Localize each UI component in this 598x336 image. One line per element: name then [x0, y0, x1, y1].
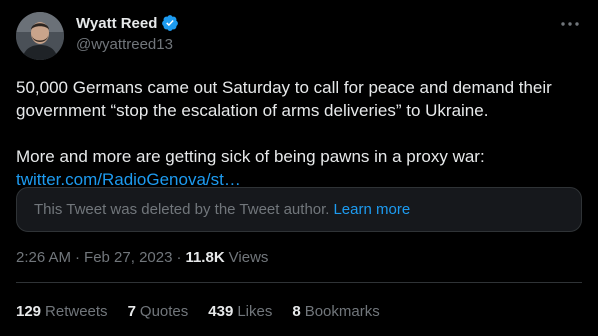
stat-likes[interactable]: 439 Likes [208, 303, 272, 320]
stat-bookmarks-label: Bookmarks [304, 303, 380, 320]
learn-more-link[interactable]: Learn more [333, 201, 410, 218]
stat-retweets[interactable]: 129 Retweets [16, 303, 108, 320]
stat-retweets-count: 129 [16, 303, 42, 320]
tweet-text-paragraph-2: More and more are getting sick of being … [16, 147, 485, 166]
author-name-row: Wyatt Reed [76, 14, 179, 32]
divider [16, 282, 582, 283]
tweet-date[interactable]: Feb 27, 2023 [84, 249, 172, 266]
tweet-time[interactable]: 2:26 AM [16, 249, 71, 266]
meta-separator: · [75, 249, 81, 266]
deleted-notice-text: This Tweet was deleted by the Tweet auth… [34, 201, 330, 218]
tweet-meta: 2:26 AM · Feb 27, 2023 · 11.8K Views [16, 249, 268, 266]
avatar[interactable] [16, 12, 64, 60]
avatar-photo [16, 12, 64, 60]
author-handle[interactable]: @wyattreed13 [76, 36, 173, 53]
views-label: Views [228, 249, 269, 266]
verified-badge-icon [162, 15, 179, 31]
author-display-name[interactable]: Wyatt Reed [76, 15, 157, 32]
more-dots-icon[interactable] [558, 14, 582, 34]
stat-bookmarks[interactable]: 8 Bookmarks [292, 303, 379, 320]
tweet-text-paragraph-1: 50,000 Germans came out Saturday to call… [16, 78, 552, 120]
stat-quotes-label: Quotes [139, 303, 189, 320]
tweet: Wyatt Reed @wyattreed13 50,000 Germans c… [0, 0, 598, 336]
stat-likes-count: 439 [208, 303, 234, 320]
meta-separator: · [176, 249, 182, 266]
stat-quotes-count: 7 [127, 303, 136, 320]
stat-retweets-label: Retweets [45, 303, 108, 320]
stat-likes-label: Likes [237, 303, 273, 320]
stat-quotes[interactable]: 7 Quotes [128, 303, 189, 320]
stat-bookmarks-count: 8 [292, 303, 301, 320]
deleted-quote-notice: This Tweet was deleted by the Tweet auth… [16, 187, 582, 232]
tweet-text: 50,000 Germans came out Saturday to call… [16, 76, 582, 191]
views-count: 11.8K [185, 249, 225, 266]
engagement-stats: 129 Retweets 7 Quotes 439 Likes 8 Bookma… [16, 303, 380, 320]
